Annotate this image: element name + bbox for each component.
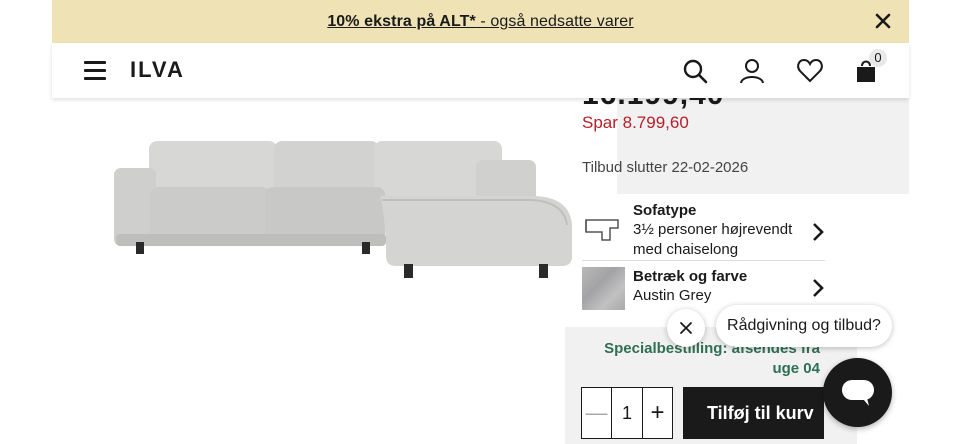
- sofa-type-icon: [585, 219, 619, 241]
- offer-ends: Tilbud slutter 22-02-2026: [582, 159, 749, 176]
- cart-count-badge: 0: [869, 49, 887, 67]
- add-to-cart-button[interactable]: Tilføj til kurv: [683, 387, 824, 439]
- save-amount: Spar 8.799,60: [582, 113, 689, 132]
- promo-strong: 10% ekstra på ALT*: [327, 12, 476, 30]
- menu-icon[interactable]: [84, 61, 106, 81]
- fabric-swatch: [582, 267, 625, 310]
- heart-icon[interactable]: [796, 57, 824, 85]
- quantity-increase-button[interactable]: +: [643, 388, 672, 438]
- chevron-right-icon: [813, 279, 824, 297]
- close-icon: [680, 322, 692, 334]
- chat-close-button[interactable]: [667, 309, 705, 347]
- chat-icon: [841, 379, 874, 406]
- search-icon[interactable]: [681, 57, 709, 85]
- promo-link[interactable]: 10% ekstra på ALT* - også nedsatte varer: [327, 13, 633, 31]
- quantity-value[interactable]: 1: [612, 388, 643, 438]
- promo-banner: 10% ekstra på ALT* - også nedsatte varer: [52, 0, 909, 43]
- logo[interactable]: ILVA: [130, 57, 185, 83]
- product-image: [114, 141, 572, 278]
- chevron-right-icon: [813, 223, 824, 241]
- option-value: 3½ personer højrevendt med chaiselong: [633, 221, 793, 258]
- chat-button[interactable]: [823, 358, 892, 427]
- quantity-decrease-button[interactable]: —: [582, 388, 612, 438]
- site-header: ILVA 0: [52, 43, 909, 98]
- user-icon[interactable]: [738, 57, 766, 85]
- quantity-stepper: — 1 +: [581, 387, 673, 439]
- option-value: Austin Grey: [633, 287, 712, 304]
- promo-rest: - også nedsatte varer: [475, 12, 634, 30]
- option-fabric[interactable]: Betræk og farve Austin Grey: [582, 266, 825, 310]
- option-title: Sofatype: [633, 202, 697, 219]
- option-sofatype[interactable]: Sofatype 3½ personer højrevendt med chai…: [582, 200, 825, 258]
- option-title: Betræk og farve: [633, 268, 748, 285]
- divider: [582, 260, 825, 261]
- close-icon[interactable]: [873, 11, 893, 31]
- chat-prompt-bubble[interactable]: Rådgivning og tilbud?: [716, 305, 892, 347]
